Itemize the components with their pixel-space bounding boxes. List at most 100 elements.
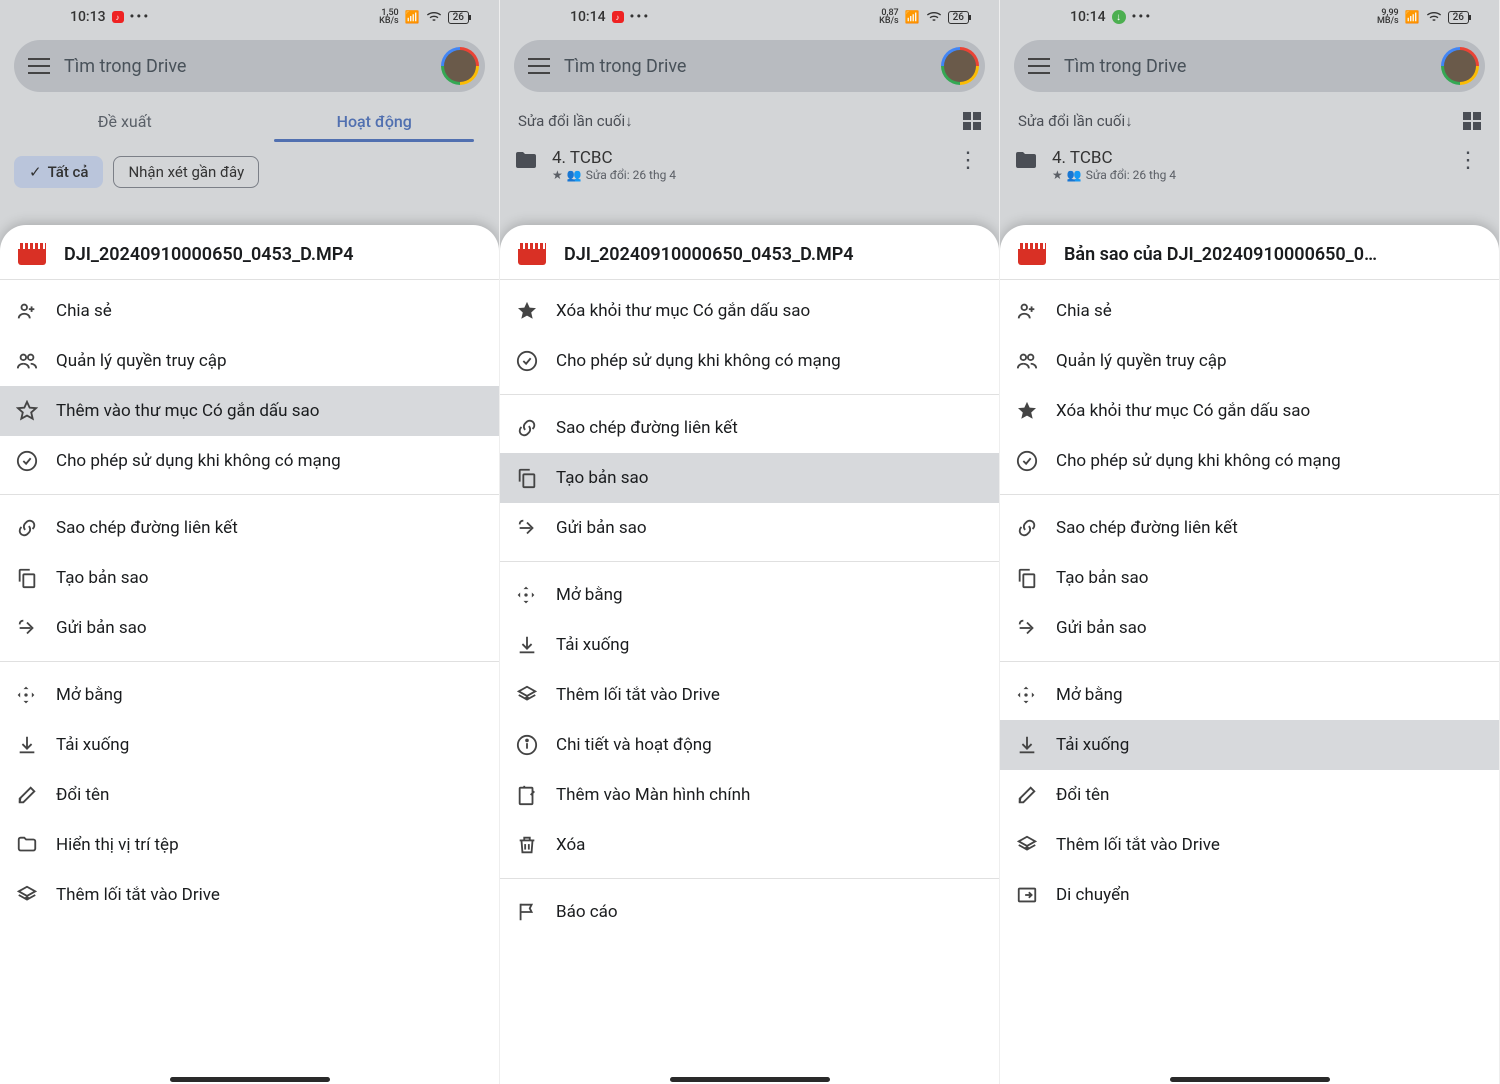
copy-icon bbox=[1016, 567, 1056, 589]
battery-indicator: 26 bbox=[448, 11, 469, 24]
shortcut-icon bbox=[16, 884, 56, 906]
more-vertical-icon[interactable]: ⋮ bbox=[1451, 148, 1485, 173]
menu-item-location[interactable]: Hiển thị vị trí tệp bbox=[0, 820, 499, 870]
star-filled-icon bbox=[1016, 400, 1056, 422]
sheet-header: Bản sao của DJI_20240910000650_0… bbox=[1000, 225, 1499, 280]
shared-icon: 👥 bbox=[567, 168, 582, 182]
menu-item-download[interactable]: Tải xuống bbox=[0, 720, 499, 770]
menu-item-make-copy[interactable]: Tạo bản sao bbox=[1000, 553, 1499, 603]
screen: 10:13♪•••1,50KB/s📶26Tìm trong DriveĐề xu… bbox=[0, 0, 500, 1084]
search-placeholder: Tìm trong Drive bbox=[1064, 56, 1441, 77]
menu-item-delete[interactable]: Xóa bbox=[500, 820, 999, 870]
more-vertical-icon[interactable]: ⋮ bbox=[951, 148, 985, 173]
menu-icon[interactable] bbox=[28, 58, 50, 74]
menu-item-rename[interactable]: Đổi tên bbox=[1000, 770, 1499, 820]
menu-item-download[interactable]: Tải xuống bbox=[500, 620, 999, 670]
link-icon bbox=[516, 417, 556, 439]
profile-avatar[interactable] bbox=[441, 47, 479, 85]
copy-icon bbox=[16, 567, 56, 589]
menu-item-offline[interactable]: Cho phép sử dụng khi không có mạng bbox=[500, 336, 999, 386]
menu-item-open-with[interactable]: Mở bằng bbox=[1000, 670, 1499, 720]
screen: 10:14↓•••9,99MB/s📶26Tìm trong DriveSửa đ… bbox=[1000, 0, 1500, 1084]
tab-suggested[interactable]: Đề xuất bbox=[0, 102, 250, 142]
grid-view-icon[interactable] bbox=[1463, 112, 1481, 130]
menu-item-download[interactable]: Tải xuống bbox=[1000, 720, 1499, 770]
shortcut-icon bbox=[1016, 834, 1056, 856]
menu-item-shortcut[interactable]: Thêm lối tắt vào Drive bbox=[0, 870, 499, 920]
menu: Chia sẻ Quản lý quyền truy cập Thêm vào th… bbox=[0, 280, 499, 920]
menu-item-move[interactable]: Di chuyển bbox=[1000, 870, 1499, 920]
send-icon bbox=[16, 617, 56, 639]
profile-avatar[interactable] bbox=[941, 47, 979, 85]
menu-label: Đổi tên bbox=[56, 785, 109, 805]
menu-label: Quản lý quyền truy cập bbox=[56, 351, 227, 371]
search-bar[interactable]: Tìm trong Drive bbox=[1014, 40, 1485, 92]
folder-item[interactable]: 4. TCBC★ 👥 Sửa đổi: 26 thg 4⋮ bbox=[500, 140, 999, 190]
profile-avatar[interactable] bbox=[1441, 47, 1479, 85]
wifi-icon bbox=[926, 11, 942, 23]
grid-view-icon[interactable] bbox=[963, 112, 981, 130]
chip-all[interactable]: ✓Tất cả bbox=[14, 156, 103, 188]
menu-icon[interactable] bbox=[528, 58, 550, 74]
menu-item-copy-link[interactable]: Sao chép đường liên kết bbox=[500, 403, 999, 453]
menu-item-copy-link[interactable]: Sao chép đường liên kết bbox=[1000, 503, 1499, 553]
star-icon: ★ bbox=[552, 168, 563, 182]
menu-item-shortcut[interactable]: Thêm lối tắt vào Drive bbox=[500, 670, 999, 720]
menu-item-add-star[interactable]: Thêm vào thư mục Có gắn dấu sao bbox=[0, 386, 499, 436]
menu-item-copy-link[interactable]: Sao chép đường liên kết bbox=[0, 503, 499, 553]
menu-item-remove-star[interactable]: Xóa khỏi thư mục Có gắn dấu sao bbox=[1000, 386, 1499, 436]
menu-label: Thêm lối tắt vào Drive bbox=[1056, 835, 1220, 855]
menu-label: Tạo bản sao bbox=[556, 468, 648, 488]
menu-item-rename[interactable]: Đổi tên bbox=[0, 770, 499, 820]
status-more-icon: ••• bbox=[130, 9, 151, 25]
menu-item-remove-star[interactable]: Xóa khỏi thư mục Có gắn dấu sao bbox=[500, 286, 999, 336]
sheet-header: DJI_20240910000650_0453_D.MP4 bbox=[500, 225, 999, 280]
menu-label: Đổi tên bbox=[1056, 785, 1109, 805]
search-bar[interactable]: Tìm trong Drive bbox=[514, 40, 985, 92]
wifi-icon bbox=[1426, 11, 1442, 23]
menu-item-shortcut[interactable]: Thêm lối tắt vào Drive bbox=[1000, 820, 1499, 870]
sheet-title: DJI_20240910000650_0453_D.MP4 bbox=[64, 244, 354, 265]
menu-item-share[interactable]: Chia sẻ bbox=[1000, 286, 1499, 336]
menu-item-access[interactable]: Quản lý quyền truy cập bbox=[1000, 336, 1499, 386]
chip-recent-comments[interactable]: Nhận xét gần đây bbox=[113, 156, 259, 188]
menu-item-send-copy[interactable]: Gửi bản sao bbox=[0, 603, 499, 653]
signal-icon: 📶 bbox=[905, 10, 920, 24]
sort-row[interactable]: Sửa đổi lần cuối ↓ bbox=[500, 102, 999, 140]
menu-item-details[interactable]: Chi tiết và hoạt động bbox=[500, 720, 999, 770]
menu-item-report[interactable]: Báo cáo bbox=[500, 887, 999, 937]
menu-icon[interactable] bbox=[1028, 58, 1050, 74]
download-badge-icon: ↓ bbox=[1112, 10, 1126, 24]
status-bar: 10:14♪•••0,87KB/s📶26 bbox=[500, 0, 999, 30]
menu-item-share[interactable]: Chia sẻ bbox=[0, 286, 499, 336]
network-speed: 9,99MB/s bbox=[1377, 9, 1399, 25]
menu-label: Thêm lối tắt vào Drive bbox=[556, 685, 720, 705]
menu-item-offline[interactable]: Cho phép sử dụng khi không có mạng bbox=[1000, 436, 1499, 486]
menu-item-homescreen[interactable]: Thêm vào Màn hình chính bbox=[500, 770, 999, 820]
sort-row[interactable]: Sửa đổi lần cuối ↓ bbox=[1000, 102, 1499, 140]
menu-item-open-with[interactable]: Mở bằng bbox=[0, 670, 499, 720]
send-icon bbox=[1016, 617, 1056, 639]
menu-item-make-copy[interactable]: Tạo bản sao bbox=[0, 553, 499, 603]
menu-label: Chia sẻ bbox=[56, 301, 112, 321]
tab-activity[interactable]: Hoạt động bbox=[250, 102, 500, 142]
shared-icon: 👥 bbox=[1067, 168, 1082, 182]
menu-label: Tạo bản sao bbox=[1056, 568, 1148, 588]
open-with-icon bbox=[16, 685, 56, 705]
menu-item-open-with[interactable]: Mở bằng bbox=[500, 570, 999, 620]
folder-title: 4. TCBC bbox=[1052, 148, 1451, 168]
search-bar[interactable]: Tìm trong Drive bbox=[14, 40, 485, 92]
menu-label: Tải xuống bbox=[556, 635, 629, 655]
menu-item-make-copy[interactable]: Tạo bản sao bbox=[500, 453, 999, 503]
menu-item-send-copy[interactable]: Gửi bản sao bbox=[500, 503, 999, 553]
menu-item-send-copy[interactable]: Gửi bản sao bbox=[1000, 603, 1499, 653]
filter-chips: ✓Tất cả Nhận xét gần đây bbox=[0, 142, 499, 202]
menu-label: Chia sẻ bbox=[1056, 301, 1112, 321]
menu-item-access[interactable]: Quản lý quyền truy cập bbox=[0, 336, 499, 386]
menu-item-offline[interactable]: Cho phép sử dụng khi không có mạng bbox=[0, 436, 499, 486]
video-file-icon bbox=[1018, 243, 1046, 265]
download-icon bbox=[516, 634, 556, 656]
sheet-header: DJI_20240910000650_0453_D.MP4 bbox=[0, 225, 499, 280]
folder-item[interactable]: 4. TCBC★ 👥 Sửa đổi: 26 thg 4⋮ bbox=[1000, 140, 1499, 190]
home-icon bbox=[516, 784, 556, 806]
